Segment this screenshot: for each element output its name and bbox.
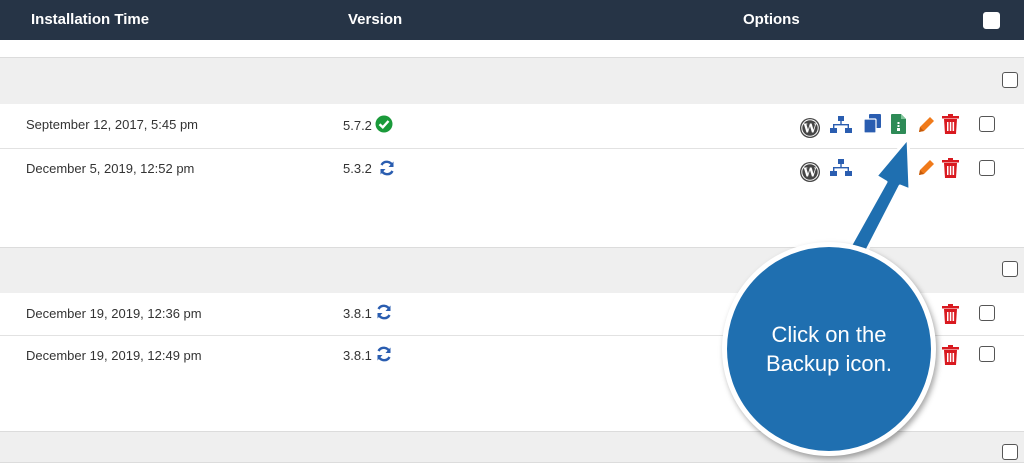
group-checkbox[interactable] — [1002, 261, 1018, 277]
trash-icon[interactable] — [942, 158, 959, 178]
svg-text:W: W — [802, 166, 817, 180]
group-checkbox[interactable] — [1002, 444, 1018, 460]
installation-time: December 5, 2019, 12:52 pm — [26, 161, 195, 176]
select-all-checkbox[interactable] — [983, 12, 1000, 29]
wordpress-icon[interactable]: W — [799, 117, 821, 139]
version: 5.3.2 — [343, 161, 372, 176]
row-checkbox[interactable] — [979, 305, 995, 321]
refresh-icon[interactable] — [375, 303, 393, 321]
callout-bubble: Click on the Backup icon. — [722, 242, 936, 456]
table-header: Installation Time Version Options — [0, 0, 1024, 40]
header-installation-time: Installation Time — [31, 11, 150, 28]
header-version: Version — [348, 11, 403, 28]
group-row — [0, 57, 1024, 105]
installation-time: September 12, 2017, 5:45 pm — [26, 117, 199, 132]
refresh-icon[interactable] — [375, 345, 393, 363]
trash-icon[interactable] — [942, 345, 959, 365]
row-checkbox[interactable] — [979, 116, 995, 132]
callout-line-1: Click on the — [771, 322, 887, 347]
check-circle-icon — [375, 115, 393, 133]
callout-line-2: Backup icon. — [766, 351, 892, 376]
header-options: Options — [743, 11, 800, 28]
trash-icon[interactable] — [942, 304, 959, 324]
row-checkbox[interactable] — [979, 160, 995, 176]
wordpress-icon[interactable]: W — [799, 161, 821, 183]
trash-icon[interactable] — [942, 114, 959, 134]
svg-text:W: W — [802, 122, 817, 136]
group-checkbox[interactable] — [1002, 72, 1018, 88]
version: 3.8.1 — [343, 348, 372, 363]
version: 5.7.2 — [343, 118, 372, 133]
refresh-icon[interactable] — [378, 159, 396, 177]
version: 3.8.1 — [343, 306, 372, 321]
row-checkbox[interactable] — [979, 346, 995, 362]
installation-time: December 19, 2019, 12:36 pm — [26, 306, 202, 321]
installation-time: December 19, 2019, 12:49 pm — [26, 348, 202, 363]
